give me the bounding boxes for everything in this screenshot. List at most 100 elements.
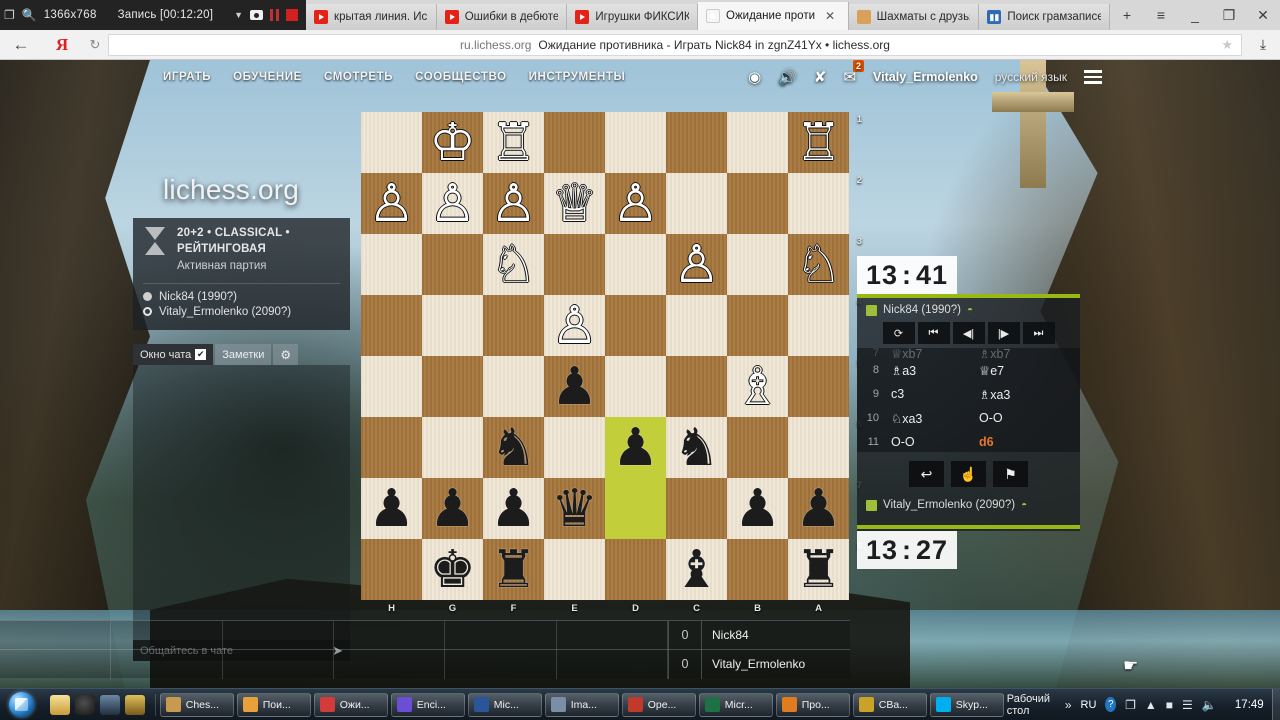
first-move-icon[interactable]: ⏮: [917, 322, 950, 344]
board-square-F1[interactable]: ♖: [483, 112, 544, 173]
move-row[interactable]: 10 ♘xa3 O-O: [857, 406, 1080, 430]
board-square-F8[interactable]: ♜ F: [483, 539, 544, 614]
browser-tab[interactable]: Ошибки в дебюте (п: [436, 4, 568, 30]
move-black[interactable]: ♗xb7: [975, 348, 1063, 361]
chess-piece[interactable]: ♝: [673, 544, 720, 596]
takeback-icon[interactable]: ↩: [909, 461, 944, 487]
address-bar[interactable]: ru.lichess.org Ожидание противника - Игр…: [108, 33, 1242, 56]
chess-piece[interactable]: ♙: [429, 178, 476, 230]
board-square-G6[interactable]: [422, 417, 483, 478]
board-square-D5[interactable]: [605, 356, 666, 417]
new-tab-button[interactable]: +: [1110, 0, 1144, 30]
explorer-icon[interactable]: [49, 694, 70, 715]
board-square-A7[interactable]: ♟7: [788, 478, 862, 539]
bookmark-star-icon[interactable]: ★: [1221, 37, 1233, 53]
board-square-D1[interactable]: [605, 112, 666, 173]
window-switch-icon[interactable]: ❐: [1125, 698, 1136, 712]
board-square-G5[interactable]: [422, 356, 483, 417]
board-square-H3[interactable]: [361, 234, 422, 295]
next-move-icon[interactable]: |▶: [987, 322, 1020, 344]
board-square-H2[interactable]: ♙: [361, 173, 422, 234]
help-icon[interactable]: ?: [1105, 697, 1117, 712]
taskbar-button[interactable]: Skyp...: [929, 692, 1004, 717]
board-square-C3[interactable]: ♙: [666, 234, 727, 295]
show-desktop-button[interactable]: [1271, 688, 1280, 720]
chess-piece[interactable]: ♚: [429, 544, 476, 596]
move-white[interactable]: c3: [887, 387, 975, 401]
lichess-logo[interactable]: lichess.org: [163, 174, 299, 206]
chess-piece[interactable]: ♘: [490, 239, 537, 291]
last-move-icon[interactable]: ⏭: [1022, 322, 1055, 344]
taskbar-button[interactable]: Mic...: [467, 692, 542, 717]
board-square-G3[interactable]: [422, 234, 483, 295]
chess-piece[interactable]: ♟: [795, 483, 842, 535]
chess-piece[interactable]: ♖: [490, 117, 537, 169]
battery-icon[interactable]: ■: [1166, 698, 1173, 712]
language-selector[interactable]: русский язык: [995, 70, 1067, 84]
username-link[interactable]: Vitaly_Ermolenko: [873, 70, 978, 84]
envelope-icon[interactable]: ✉ 2: [843, 60, 865, 86]
tray-expand-arrow-icon[interactable]: ▲: [1145, 698, 1157, 712]
board-square-B1[interactable]: [727, 112, 788, 173]
screen-recorder-widget[interactable]: ❐ 🔍 1366x768 Запись [00:12:20] ▼: [0, 0, 307, 30]
swords-icon[interactable]: ✘: [814, 68, 827, 86]
board-square-D3[interactable]: [605, 234, 666, 295]
board-square-H5[interactable]: [361, 356, 422, 417]
taskbar-clock[interactable]: 17:49: [1226, 699, 1264, 711]
tab-notes[interactable]: Заметки: [215, 344, 272, 365]
close-window-button[interactable]: ✕: [1246, 0, 1280, 30]
board-square-C8[interactable]: ♝ C: [666, 539, 727, 614]
move-row[interactable]: 8 ♗a3 ♕e7: [857, 358, 1080, 382]
browser-tab[interactable]: Шахматы с друзьями: [848, 4, 980, 30]
board-square-G2[interactable]: ♙: [422, 173, 483, 234]
chessboard[interactable]: ♔♖♖1♙♙♙♕♙2♘♙♘3♙4♟♗5♞♟♞6♟♟♟♛♟♟7H♚G♜FED♝CB…: [361, 112, 862, 614]
reload-icon[interactable]: ↻: [82, 37, 108, 53]
board-square-A3[interactable]: ♘ 3: [788, 234, 862, 295]
chess-piece[interactable]: ♞: [490, 422, 537, 474]
board-square-A4[interactable]: 4: [788, 295, 862, 356]
board-square-E2[interactable]: ♕: [544, 173, 605, 234]
start-button[interactable]: [0, 689, 44, 720]
board-square-E1[interactable]: [544, 112, 605, 173]
taskbar-button[interactable]: Ожи...: [313, 692, 388, 717]
nav-item-4[interactable]: ИНСТРУМЕНТЫ: [529, 71, 626, 83]
taskbar-button[interactable]: Пои...: [236, 692, 311, 717]
move-white[interactable]: ♗a3: [887, 363, 975, 378]
board-square-B8[interactable]: B: [727, 539, 788, 614]
chess-piece[interactable]: ♟: [429, 483, 476, 535]
board-square-B3[interactable]: [727, 234, 788, 295]
board-square-B7[interactable]: ♟: [727, 478, 788, 539]
board-square-E6[interactable]: [544, 417, 605, 478]
board-square-E7[interactable]: ♛: [544, 478, 605, 539]
board-square-C2[interactable]: [666, 173, 727, 234]
board-square-H1[interactable]: [361, 112, 422, 173]
board-square-E4[interactable]: ♙: [544, 295, 605, 356]
move-white[interactable]: ♘xa3: [887, 411, 975, 426]
game-player-white[interactable]: Vitaly_Ermolenko (2090?): [143, 306, 340, 318]
media-app-icon[interactable]: [99, 694, 120, 715]
chess-piece[interactable]: ♜: [795, 544, 842, 596]
taskbar-button[interactable]: Micr...: [698, 692, 773, 717]
chess-piece[interactable]: ♟: [551, 361, 598, 413]
board-square-F6[interactable]: ♞: [483, 417, 544, 478]
move-list[interactable]: 7 ♕xb7 ♗xb7 8 ♗a3 ♕e7 9 c3 ♗xa3 10 ♘xa3 O-O 11 O-O d6: [857, 348, 1080, 452]
nav-item-0[interactable]: ИГРАТЬ: [163, 71, 211, 83]
board-square-F2[interactable]: ♙: [483, 173, 544, 234]
board-square-B6[interactable]: [727, 417, 788, 478]
move-white[interactable]: ♕xb7: [887, 348, 975, 361]
board-square-C6[interactable]: ♞: [666, 417, 727, 478]
overflow-chevron-icon[interactable]: »: [1065, 698, 1072, 712]
chess-piece[interactable]: ♟: [490, 483, 537, 535]
browser-tab[interactable]: Игрушки ФИКСИКИ -: [567, 4, 699, 30]
stop-icon[interactable]: [286, 9, 299, 21]
browser-tab[interactable]: ♞ Ожидание проти ✕: [698, 2, 849, 30]
clock-app-icon[interactable]: [74, 694, 95, 715]
restore-button[interactable]: ❐: [1212, 0, 1246, 30]
board-square-D4[interactable]: [605, 295, 666, 356]
board-square-E5[interactable]: ♟: [544, 356, 605, 417]
board-square-B4[interactable]: [727, 295, 788, 356]
taskbar-button[interactable]: Ima...: [544, 692, 619, 717]
nav-item-3[interactable]: СООБЩЕСТВО: [415, 71, 507, 83]
game-player-black[interactable]: Nick84 (1990?): [143, 291, 340, 303]
chess-piece[interactable]: ♗: [734, 361, 781, 413]
